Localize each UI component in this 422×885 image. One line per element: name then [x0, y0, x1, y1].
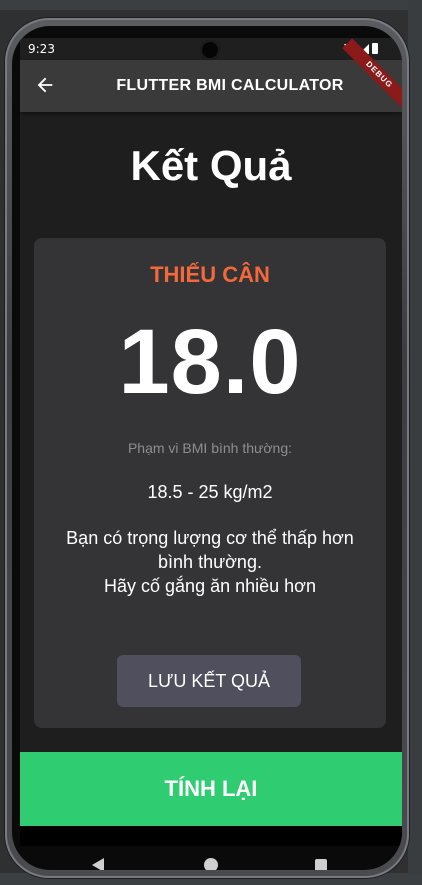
normal-range-caption: Phạm vi BMI bình thường:	[127, 440, 293, 456]
normal-range-value: 18.5 - 25 kg/m2	[147, 482, 273, 502]
phone-frame: 9:23 FLUTTER BMI CALCULATOR DEBUG Kết Qu…	[5, 18, 409, 878]
front-camera	[200, 40, 220, 60]
advice-line-3: Hãy cố gắng ăn nhiều hơn	[104, 576, 316, 596]
nav-bar-top	[20, 826, 402, 846]
advice-line-2: bình thường.	[158, 552, 262, 572]
status-time: 9:23	[28, 42, 55, 56]
app-bar: FLUTTER BMI CALCULATOR DEBUG	[20, 38, 402, 112]
bmi-status-label: THIẾU CÂN	[150, 262, 270, 287]
nav-home-icon[interactable]	[204, 858, 218, 870]
desktop-stage: 9:23 FLUTTER BMI CALCULATOR DEBUG Kết Qu…	[0, 0, 422, 885]
bmi-value: 18.0	[118, 311, 302, 413]
system-nav-bar	[20, 848, 402, 870]
host-side-panel	[408, 0, 422, 885]
nav-back-icon[interactable]	[92, 858, 104, 870]
advice-line-1: Bạn có trọng lượng cơ thể thấp hơn	[66, 528, 354, 548]
phone-bezel: 9:23 FLUTTER BMI CALCULATOR DEBUG Kết Qu…	[12, 26, 402, 870]
advice-text: Bạn có trọng lượng cơ thể thấp hơn bình …	[44, 526, 376, 598]
result-card: THIẾU CÂN 18.0 Phạm vi BMI bình thường: …	[34, 238, 386, 728]
recalculate-button[interactable]: TÍNH LẠI	[20, 752, 402, 826]
app-title: FLUTTER BMI CALCULATOR	[116, 77, 344, 94]
page-title: Kết Quả	[130, 142, 292, 189]
arrow-left-icon[interactable]	[34, 74, 56, 96]
nav-recent-icon[interactable]	[315, 859, 327, 870]
app-screen: 9:23 FLUTTER BMI CALCULATOR DEBUG Kết Qu…	[20, 38, 402, 846]
save-result-button[interactable]: LƯU KẾT QUẢ	[117, 655, 301, 707]
host-toolbar-strip	[0, 0, 422, 10]
battery-icon	[372, 43, 378, 54]
